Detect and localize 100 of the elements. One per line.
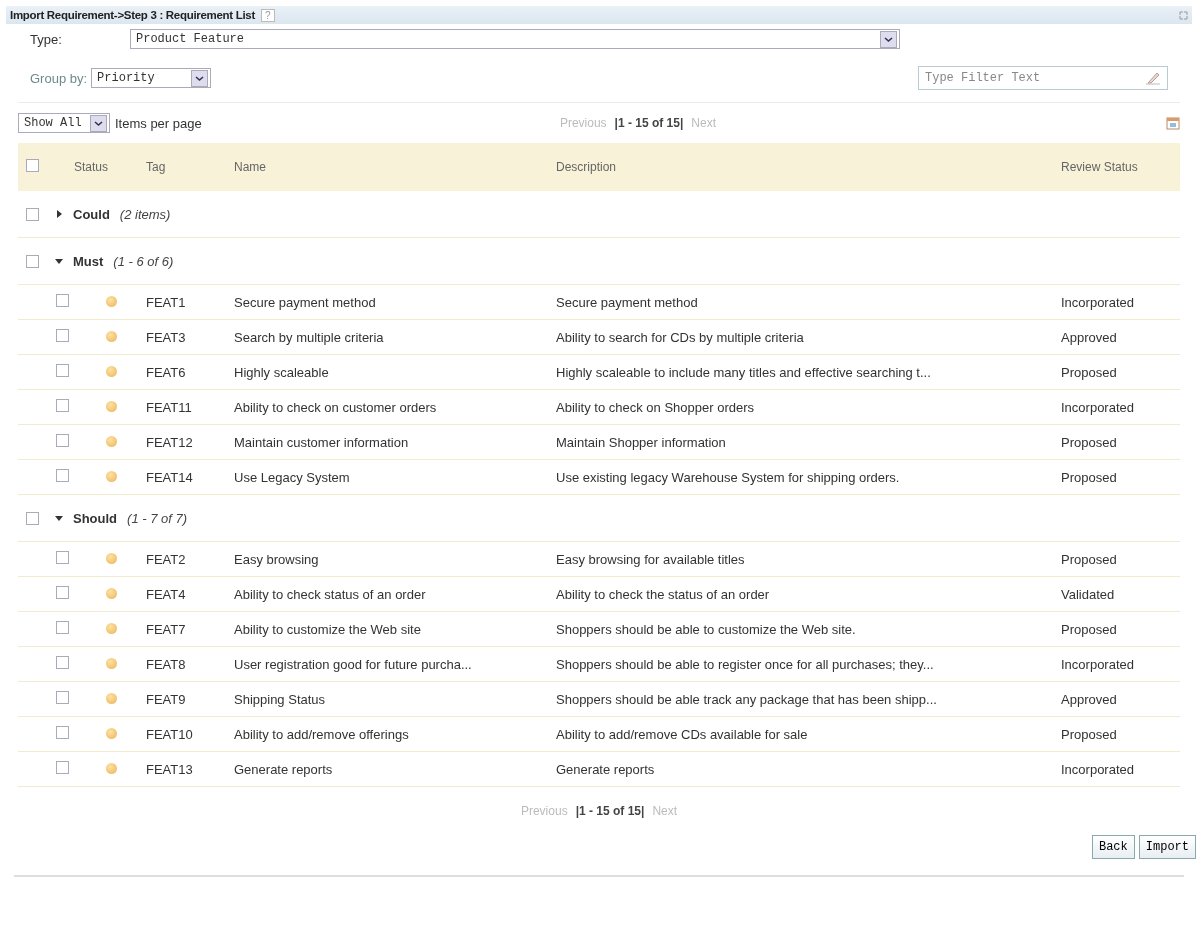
type-label: Type: xyxy=(30,31,63,47)
caret-icon[interactable] xyxy=(55,514,63,522)
tag-cell-text: FEAT6 xyxy=(146,364,187,380)
status-dot-icon xyxy=(106,692,117,704)
description-cell-text: Shoppers should be able to customize the Web site. xyxy=(556,621,857,637)
name-cell-text: Shipping Status xyxy=(234,691,327,707)
group-name: Must xyxy=(73,253,104,269)
maximize-icon[interactable] xyxy=(1179,10,1188,20)
name-cell-text: Easy browsing xyxy=(234,551,320,567)
dialog-button[interactable]: Import xyxy=(1138,835,1196,859)
status-dot-icon xyxy=(106,727,117,739)
name-cell-text: Maintain customer information xyxy=(234,434,410,450)
caret-icon[interactable] xyxy=(55,257,63,265)
review-status-cell-text: Validated xyxy=(1061,586,1116,602)
group-count: (1 - 6 of 6) xyxy=(113,253,174,269)
review-status-cell-text: Proposed xyxy=(1061,434,1118,450)
description-cell-text: Highly scaleable to include many titles and effective searching t... xyxy=(556,364,932,380)
description-cell-text: Maintain Shopper information xyxy=(556,434,727,450)
review-status-cell-text: Proposed xyxy=(1061,469,1118,485)
row-checkbox[interactable] xyxy=(56,761,69,774)
column-header[interactable]: Tag xyxy=(146,160,234,174)
name-cell-text: Use Legacy System xyxy=(234,469,351,485)
name-cell-text: Ability to add/remove offerings xyxy=(234,726,410,742)
description-cell-text: Ability to add/remove CDs available for sale xyxy=(556,726,809,742)
status-dot-icon xyxy=(106,762,117,774)
page-range: |1 - 15 of 15| xyxy=(575,804,645,818)
description-cell-text: Ability to search for CDs by multiple criteria xyxy=(556,329,805,345)
group-name: Should xyxy=(73,510,118,526)
tag-cell-text: FEAT14 xyxy=(146,469,194,485)
review-status-cell-text: Proposed xyxy=(1061,726,1118,742)
help-button[interactable]: ? xyxy=(261,8,275,22)
type-dropdown[interactable]: Product Feature xyxy=(130,29,900,49)
status-dot-icon xyxy=(106,330,117,342)
review-status-cell-text: Incorporated xyxy=(1061,399,1135,415)
group-checkbox[interactable] xyxy=(26,207,39,221)
eraser-icon[interactable] xyxy=(1145,71,1161,85)
status-dot-icon xyxy=(106,622,117,634)
status-dot-icon xyxy=(106,400,117,412)
review-status-cell-text: Approved xyxy=(1061,691,1118,707)
row-checkbox[interactable] xyxy=(56,691,69,704)
tag-cell-text: FEAT8 xyxy=(146,656,187,672)
group-count: (1 - 7 of 7) xyxy=(127,510,187,526)
description-cell-text: Generate reports xyxy=(556,761,656,777)
status-dot-icon xyxy=(106,657,117,669)
row-checkbox[interactable] xyxy=(56,364,69,377)
name-cell-text: Search by multiple criteria xyxy=(234,329,385,345)
description-cell-text: Use existing legacy Warehouse System for shipping orders. xyxy=(556,469,901,485)
description-cell-text: Shoppers should be able to register once for all purchases; they... xyxy=(556,656,935,672)
select-all-checkbox[interactable] xyxy=(26,159,39,172)
review-status-cell-text: Proposed xyxy=(1061,551,1118,567)
tag-cell-text: FEAT4 xyxy=(146,586,187,602)
calendar-icon[interactable] xyxy=(1166,116,1180,130)
description-cell-text: Secure payment method xyxy=(556,294,699,310)
column-header[interactable]: Review Status xyxy=(1061,160,1180,174)
row-checkbox[interactable] xyxy=(56,434,69,447)
tag-cell-text: FEAT11 xyxy=(146,399,193,415)
review-status-cell-text: Approved xyxy=(1061,329,1118,345)
row-checkbox[interactable] xyxy=(56,586,69,599)
row-checkbox[interactable] xyxy=(56,329,69,342)
name-cell-text: User registration good for future purcha... xyxy=(234,656,473,672)
row-checkbox[interactable] xyxy=(56,399,69,412)
group-name: Could xyxy=(73,206,110,222)
column-header[interactable]: Description xyxy=(556,160,1061,174)
tag-cell-text: FEAT9 xyxy=(146,691,187,707)
page-range: |1 - 15 of 15| xyxy=(614,116,684,130)
page-size-dropdown[interactable]: Show All xyxy=(18,113,110,133)
filter-field[interactable]: Type Filter Text xyxy=(918,66,1168,90)
column-header[interactable]: Name xyxy=(234,160,556,174)
group-checkbox[interactable] xyxy=(26,511,39,525)
review-status-cell-text: Proposed xyxy=(1061,364,1118,380)
tag-cell-text: FEAT2 xyxy=(146,551,187,567)
status-dot-icon xyxy=(106,295,117,307)
description-cell-text: Ability to check on Shopper orders xyxy=(556,399,755,415)
row-checkbox[interactable] xyxy=(56,621,69,634)
name-cell-text: Secure payment method xyxy=(234,294,377,310)
group-checkbox[interactable] xyxy=(26,254,39,268)
row-checkbox[interactable] xyxy=(56,726,69,739)
tag-cell-text: FEAT13 xyxy=(146,761,194,777)
name-cell-text: Generate reports xyxy=(234,761,334,777)
status-dot-icon xyxy=(106,435,117,447)
tag-cell-text: FEAT7 xyxy=(146,621,187,637)
review-status-cell-text: Incorporated xyxy=(1061,656,1135,672)
caret-icon[interactable] xyxy=(55,210,63,218)
row-checkbox[interactable] xyxy=(56,656,69,669)
name-cell-text: Ability to check status of an order xyxy=(234,586,427,602)
window-title: Import Requirement->Step 3 : Requirement List xyxy=(10,9,255,21)
group-by-label: Group by: xyxy=(30,70,88,86)
column-header[interactable]: Status xyxy=(74,160,114,174)
row-checkbox[interactable] xyxy=(56,551,69,564)
row-checkbox[interactable] xyxy=(56,469,69,482)
status-dot-icon xyxy=(106,587,117,599)
group-by-dropdown[interactable]: Priority xyxy=(91,68,212,88)
status-dot-icon xyxy=(106,470,117,482)
name-cell-text: Ability to check on customer orders xyxy=(234,399,438,415)
name-cell-text: Ability to customize the Web site xyxy=(234,621,422,637)
row-checkbox[interactable] xyxy=(56,294,69,307)
name-cell-text: Highly scaleable xyxy=(234,364,330,380)
dialog-button[interactable]: Back xyxy=(1091,835,1135,859)
description-cell-text: Shoppers should be able track any package that has been shipp... xyxy=(556,691,938,707)
review-status-cell-text: Proposed xyxy=(1061,621,1118,637)
